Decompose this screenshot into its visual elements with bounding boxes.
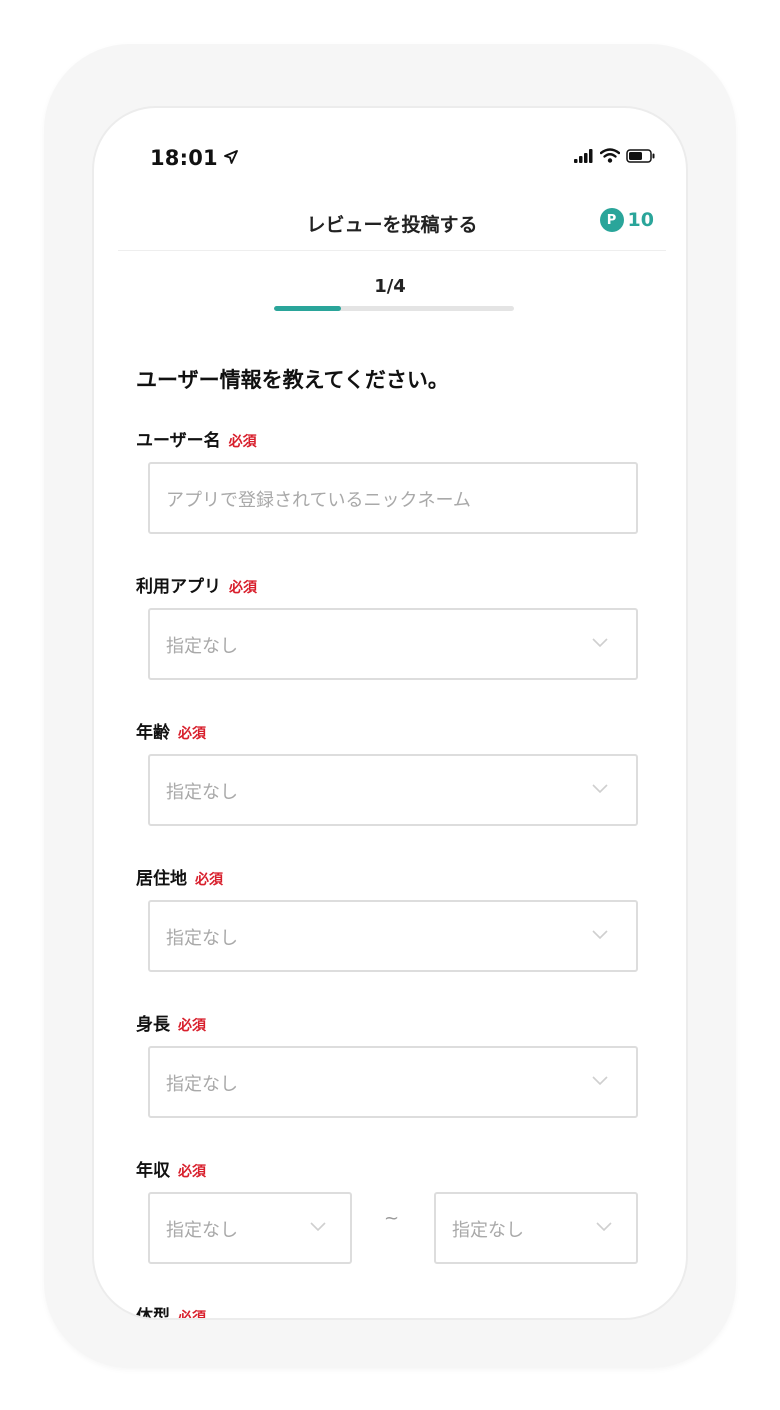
height-label: 身長 必須 bbox=[136, 1010, 206, 1035]
required-badge: 必須 bbox=[178, 1310, 206, 1320]
chevron-down-icon bbox=[592, 930, 608, 940]
income-min-select[interactable]: 指定なし bbox=[148, 1192, 352, 1264]
status-icons bbox=[574, 148, 656, 163]
progress-bar bbox=[274, 306, 514, 311]
chevron-down-icon bbox=[592, 638, 608, 648]
residence-label-text: 居住地 bbox=[136, 869, 187, 889]
age-label-text: 年齢 bbox=[136, 723, 170, 743]
app-label: 利用アプリ 必須 bbox=[136, 572, 257, 597]
age-select-value: 指定なし bbox=[166, 782, 238, 803]
points-indicator[interactable]: P 10 bbox=[599, 208, 654, 232]
app-label-text: 利用アプリ bbox=[136, 577, 221, 597]
residence-label: 居住地 必須 bbox=[136, 864, 223, 889]
age-select[interactable]: 指定なし bbox=[148, 754, 638, 826]
required-badge: 必須 bbox=[178, 1164, 206, 1180]
username-label-text: ユーザー名 bbox=[136, 431, 221, 451]
income-min-value: 指定なし bbox=[166, 1220, 238, 1241]
username-placeholder: アプリで登録されているニックネーム bbox=[166, 490, 471, 511]
required-badge: 必須 bbox=[178, 726, 206, 742]
height-label-text: 身長 bbox=[136, 1015, 170, 1035]
income-max-select[interactable]: 指定なし bbox=[434, 1192, 638, 1264]
age-label: 年齢 必須 bbox=[136, 718, 206, 743]
points-value: 10 bbox=[627, 209, 654, 231]
body-type-label: 体型 必須 bbox=[136, 1302, 206, 1320]
income-label: 年収 必須 bbox=[136, 1156, 206, 1181]
app-select[interactable]: 指定なし bbox=[148, 608, 638, 680]
phone-screen: 18:01 レビューを投稿する P 10 1/4 ユーザー情報を教えてください。… bbox=[92, 106, 688, 1320]
location-arrow-icon bbox=[224, 150, 238, 164]
username-label: ユーザー名 必須 bbox=[136, 426, 257, 451]
chevron-down-icon bbox=[596, 1222, 612, 1232]
chevron-down-icon bbox=[310, 1222, 326, 1232]
app-header: レビューを投稿する P 10 bbox=[118, 206, 666, 251]
app-select-value: 指定なし bbox=[166, 636, 238, 657]
height-select[interactable]: 指定なし bbox=[148, 1046, 638, 1118]
form-heading: ユーザー情報を教えてください。 bbox=[136, 368, 449, 392]
username-input[interactable]: アプリで登録されているニックネーム bbox=[148, 462, 638, 534]
residence-select-value: 指定なし bbox=[166, 928, 238, 949]
status-time: 18:01 bbox=[150, 146, 218, 170]
status-bar: 18:01 bbox=[94, 108, 686, 208]
required-badge: 必須 bbox=[178, 1018, 206, 1034]
progress-bar-fill bbox=[274, 306, 342, 311]
chevron-down-icon bbox=[592, 1076, 608, 1086]
wifi-icon bbox=[600, 148, 620, 163]
chevron-down-icon bbox=[592, 784, 608, 794]
required-badge: 必須 bbox=[229, 580, 257, 596]
residence-select[interactable]: 指定なし bbox=[148, 900, 638, 972]
battery-icon bbox=[626, 148, 655, 163]
income-label-text: 年収 bbox=[136, 1161, 170, 1181]
height-select-value: 指定なし bbox=[166, 1074, 238, 1095]
required-badge: 必須 bbox=[195, 872, 223, 888]
step-indicator: 1/4 bbox=[374, 276, 406, 297]
required-badge: 必須 bbox=[228, 434, 257, 450]
income-max-value: 指定なし bbox=[452, 1220, 524, 1241]
income-range-separator: ~ bbox=[384, 1208, 400, 1229]
cellular-signal-icon bbox=[574, 148, 593, 163]
body-type-label-text: 体型 bbox=[136, 1307, 170, 1320]
page-title: レビューを投稿する bbox=[306, 214, 478, 236]
points-p-icon: P bbox=[599, 208, 624, 232]
